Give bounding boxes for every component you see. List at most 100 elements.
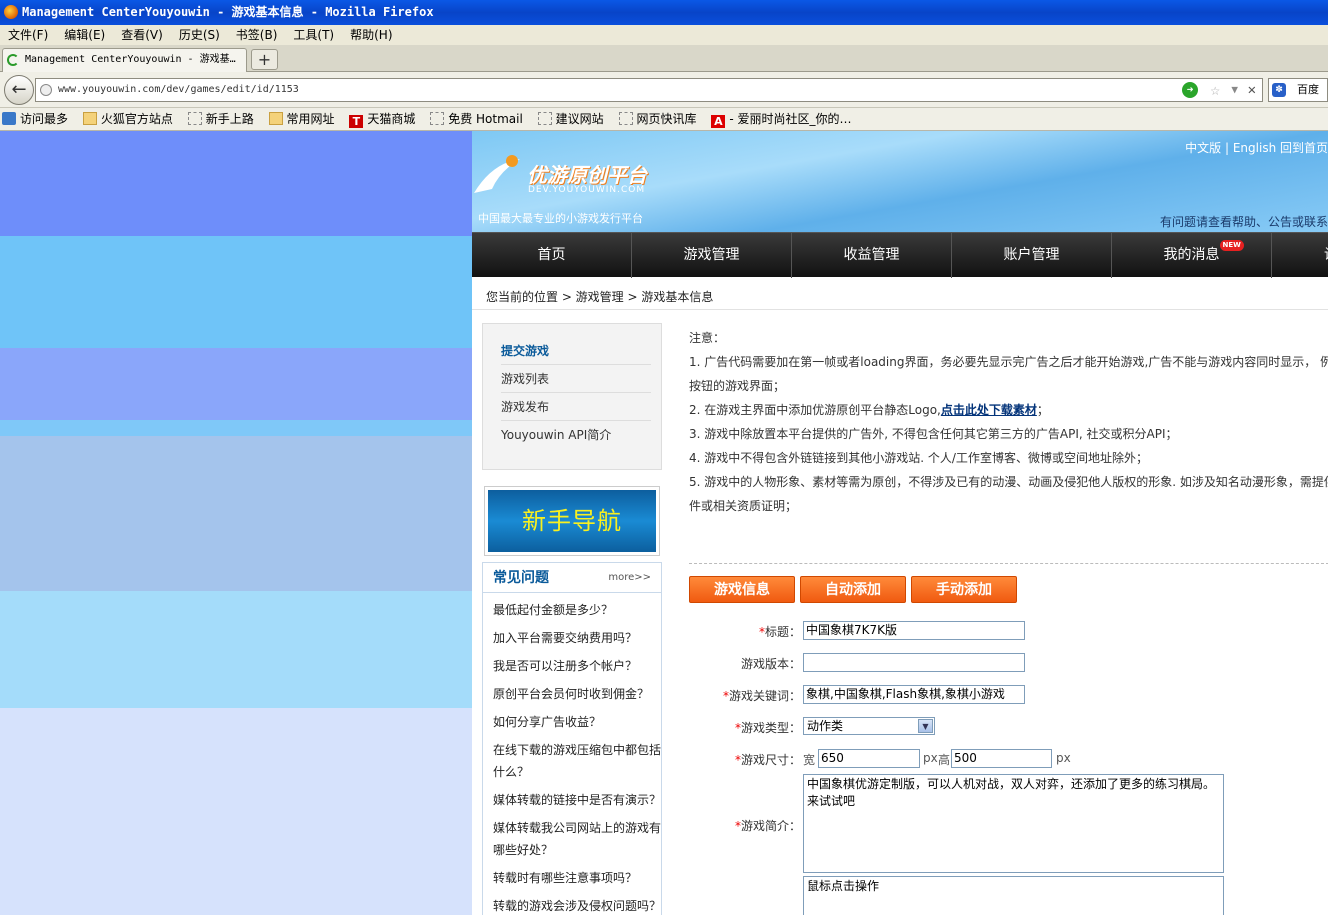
operation-textarea[interactable]: 鼠标点击操作	[803, 876, 1224, 915]
background-band	[0, 348, 472, 420]
sidebar-menu: 提交游戏 游戏列表 游戏发布 Youyouwin API简介	[482, 323, 662, 470]
faq-item[interactable]: 最低起付金额是多少？	[493, 599, 661, 621]
faq-item[interactable]: 如何分享广告收益？	[493, 711, 661, 733]
background-band	[0, 420, 472, 436]
nav-account-management[interactable]: 账户管理	[952, 233, 1112, 278]
page-icon	[618, 112, 633, 125]
go-icon[interactable]: ➜	[1182, 82, 1198, 98]
menu-help[interactable]: 帮助(H)	[342, 25, 400, 45]
faq-item[interactable]: 加入平台需要交纳费用吗？	[493, 627, 661, 649]
tab-manual-add[interactable]: 手动添加	[911, 576, 1017, 603]
close-icon[interactable]: ✕	[1248, 79, 1256, 101]
bookmark-label: 免费 Hotmail	[448, 112, 523, 126]
menu-history[interactable]: 历史(S)	[171, 25, 228, 45]
faq-item[interactable]: 哪些好处？	[493, 839, 661, 861]
guide-label: 新手导航	[488, 490, 656, 552]
download-materials-link[interactable]: 点击此处下载素材	[941, 403, 1037, 417]
menu-file[interactable]: 文件(F)	[0, 25, 56, 45]
tab-game-info[interactable]: 游戏信息	[689, 576, 795, 603]
nav-game-management[interactable]: 游戏管理	[632, 233, 792, 278]
bookmark-label: 火狐官方站点	[100, 112, 173, 126]
description-textarea[interactable]: 中国象棋优游定制版，可以人机对战，双人对弈，还添加了更多的练习棋局。来试试吧	[803, 774, 1224, 873]
bookmark-label: 天猫商城	[367, 112, 416, 126]
bookmark-item[interactable]: 建议网站	[536, 108, 604, 130]
faq-item[interactable]: 在线下载的游戏压缩包中都包括	[493, 739, 661, 761]
menu-view[interactable]: 查看(V)	[113, 25, 171, 45]
bookmark-item[interactable]: 火狐官方站点	[81, 108, 173, 130]
new-badge: NEW	[1219, 240, 1244, 251]
nav-revenue-management[interactable]: 收益管理	[792, 233, 952, 278]
loading-icon	[7, 54, 19, 66]
page-icon	[430, 112, 445, 125]
px-unit: px	[1056, 751, 1071, 765]
url-text: www.youyouwin.com/dev/games/edit/id/1153	[58, 84, 299, 95]
faq-panel: 常见问题 more>> 最低起付金额是多少？ 加入平台需要交纳费用吗？ 我是否可…	[482, 562, 662, 915]
back-button[interactable]: ←	[4, 75, 34, 105]
menu-edit[interactable]: 编辑(E)	[56, 25, 113, 45]
label-text: 游戏关键词：	[728, 689, 801, 703]
chevron-down-icon[interactable]: ▼	[1231, 79, 1238, 101]
version-label: 游戏版本：	[740, 657, 801, 671]
label-text: 标题：	[764, 625, 801, 639]
newbie-guide-banner[interactable]: 新手导航	[484, 486, 660, 556]
bookmark-item[interactable]: 访问最多	[0, 108, 68, 130]
select-value: 动作类	[807, 719, 844, 733]
sidebar-item-game-publish[interactable]: 游戏发布	[501, 393, 651, 421]
faq-item[interactable]: 媒体转载的链接中是否有演示？	[493, 789, 661, 811]
breadcrumb: 您当前的位置 > 游戏管理 > 游戏基本信息	[486, 290, 714, 304]
bookmark-label: 新手上路	[205, 112, 254, 126]
nav-settings[interactable]: 设	[1272, 233, 1328, 278]
tab-bar: Management CenterYouyouwin - 游戏基… +	[0, 45, 1328, 72]
size-label: *游戏尺寸：	[689, 751, 801, 768]
nav-home[interactable]: 首页	[472, 233, 632, 278]
menu-tools[interactable]: 工具(T)	[285, 25, 342, 45]
language-links[interactable]: 中文版 | English 回到首页	[1185, 139, 1328, 156]
faq-item[interactable]: 转载的游戏会涉及侵权问题吗？	[493, 895, 661, 915]
version-field[interactable]	[803, 653, 1025, 672]
faq-item[interactable]: 我是否可以注册多个帐户？	[493, 655, 661, 677]
background-band	[0, 131, 472, 236]
page-icon	[187, 112, 202, 125]
label-text: 游戏简介：	[740, 819, 801, 833]
notice-line: 件或相关资质证明；	[689, 499, 798, 513]
title-field[interactable]: 中国象棋7K7K版	[803, 621, 1025, 640]
game-type-select[interactable]: 动作类 ▼	[803, 717, 935, 735]
bookmark-item[interactable]: 新手上路	[186, 108, 254, 130]
site-slogan: 中国最大最专业的小游戏发行平台	[478, 212, 643, 225]
faq-item[interactable]: 什么？	[493, 761, 661, 783]
description-label: *游戏简介：	[689, 817, 801, 834]
menu-bar: 文件(F) 编辑(E) 查看(V) 历史(S) 书签(B) 工具(T) 帮助(H)	[0, 25, 1328, 45]
url-bar[interactable]: www.youyouwin.com/dev/games/edit/id/1153…	[35, 78, 1263, 102]
notice-line: 4. 游戏中不得包含外链链接到其他小游戏站. 个人/工作室博客、微博或空间地址除…	[689, 451, 1148, 465]
star-icon[interactable]: ☆	[1210, 79, 1220, 101]
label-text: 游戏类型：	[740, 721, 801, 735]
sidebar-item-game-list[interactable]: 游戏列表	[501, 365, 651, 393]
bookmark-item[interactable]: 常用网址	[267, 108, 335, 130]
keywords-field[interactable]: 象棋,中国象棋,Flash象棋,象棋小游戏	[803, 685, 1025, 704]
sidebar-item-submit-game[interactable]: 提交游戏	[501, 337, 651, 365]
menu-bookmarks[interactable]: 书签(B)	[228, 25, 286, 45]
width-field[interactable]: 650	[818, 749, 920, 768]
height-field[interactable]: 500	[951, 749, 1052, 768]
faq-item[interactable]: 媒体转载我公司网站上的游戏有	[493, 817, 661, 839]
bookmark-item[interactable]: 网页快讯库	[617, 108, 697, 130]
type-label: *游戏类型：	[689, 719, 801, 736]
page-icon	[537, 112, 552, 125]
faq-more-link[interactable]: more>>	[608, 572, 651, 583]
sidebar-item-api-intro[interactable]: Youyouwin API简介	[501, 421, 651, 449]
tab-auto-add[interactable]: 自动添加	[800, 576, 906, 603]
bookmark-label: - 爱丽时尚社区_你的…	[729, 112, 852, 126]
bookmark-item[interactable]: T 天猫商城	[347, 108, 416, 130]
browser-tab[interactable]: Management CenterYouyouwin - 游戏基…	[2, 48, 247, 72]
search-input[interactable]: ✽ 百度	[1268, 78, 1328, 102]
logo-text[interactable]: 优游原创平台	[527, 159, 647, 188]
help-line[interactable]: 有问题请查看帮助、公告或联系	[1160, 213, 1328, 230]
nav-my-messages[interactable]: 我的消息 NEW	[1112, 233, 1272, 278]
new-tab-button[interactable]: +	[251, 49, 278, 70]
faq-item[interactable]: 转载时有哪些注意事项吗？	[493, 867, 661, 889]
px-unit: px	[923, 751, 938, 765]
bookmark-item[interactable]: A- 爱丽时尚社区_你的…	[709, 108, 852, 130]
bookmark-item[interactable]: 免费 Hotmail	[428, 108, 523, 130]
faq-item[interactable]: 原创平台会员何时收到佣金？	[493, 683, 661, 705]
divider	[472, 309, 1328, 310]
